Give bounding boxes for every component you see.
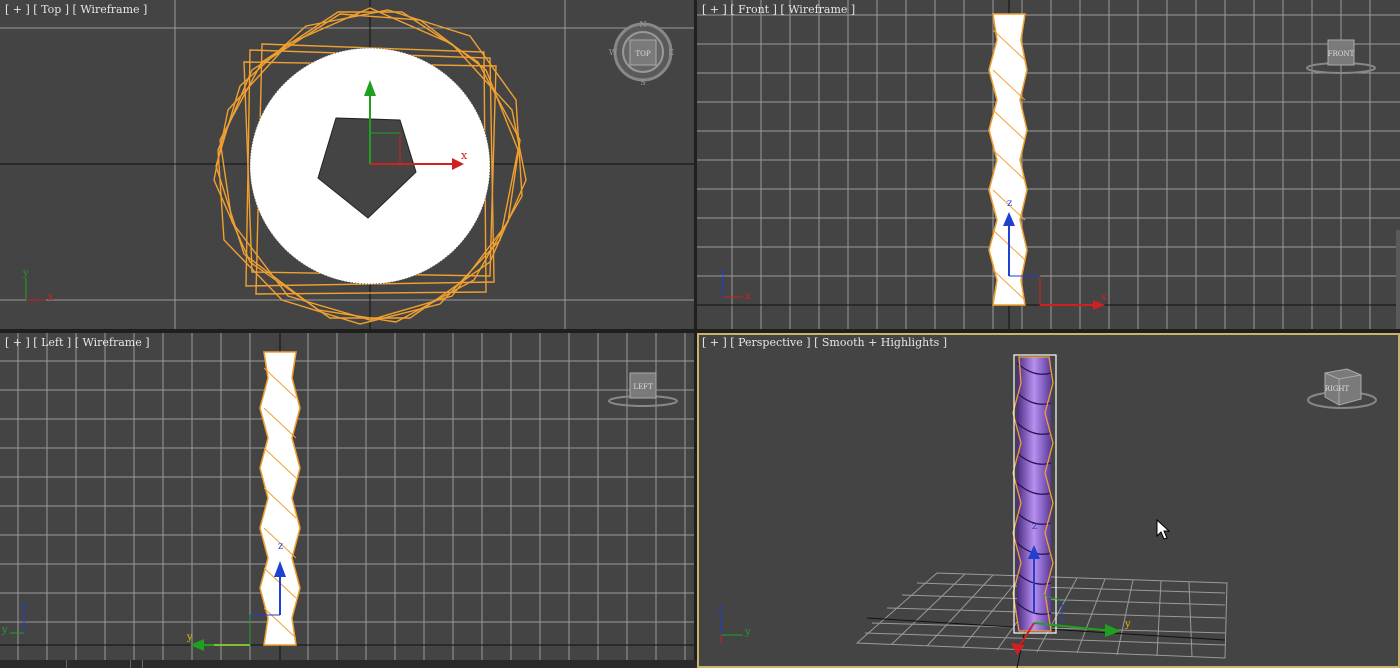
gizmo-x-label: x	[461, 149, 468, 162]
svg-text:y: y	[1124, 619, 1131, 630]
svg-text:z: z	[278, 541, 283, 552]
viewport-label-left: [ + ] [ Left ] [ Wireframe ]	[5, 336, 150, 349]
viewport-view-menu[interactable]: [ Left ]	[33, 336, 71, 349]
svg-text:y: y	[22, 268, 29, 279]
grid	[697, 0, 1400, 329]
svg-text:E: E	[668, 48, 674, 57]
viewport-shading-menu[interactable]: [ Wireframe ]	[73, 3, 148, 16]
front-view-canvas: z x x z FRONT	[697, 0, 1400, 329]
viewport-front[interactable]: [ + ] [ Front ] [ Wireframe ] z x x z FR…	[697, 0, 1400, 329]
svg-text:z: z	[720, 267, 725, 278]
viewport-shading-menu[interactable]: [ Wireframe ]	[780, 3, 855, 16]
viewport-label-front: [ + ] [ Front ] [ Wireframe ]	[702, 3, 855, 16]
svg-text:x: x	[745, 291, 751, 302]
mouse-cursor-icon	[1156, 518, 1171, 540]
svg-text:z: z	[1007, 198, 1012, 209]
viewport-menu-plus[interactable]: [ + ]	[702, 336, 727, 349]
svg-text:TOP: TOP	[635, 50, 650, 58]
viewport-view-menu[interactable]: [ Front ]	[730, 3, 777, 16]
viewport-menu-plus[interactable]: [ + ]	[5, 3, 30, 16]
grid	[0, 333, 694, 668]
svg-text:x: x	[1101, 292, 1107, 303]
viewport-top[interactable]: [ + ] [ Top ] [ Wireframe ] x x y TOP N …	[0, 0, 694, 329]
viewport-menu-plus[interactable]: [ + ]	[5, 336, 30, 349]
viewport-menu-plus[interactable]: [ + ]	[702, 3, 727, 16]
svg-text:y: y	[1, 625, 8, 636]
svg-text:RIGHT: RIGHT	[1325, 385, 1350, 393]
perspective-view-canvas: z y y z RIGHT	[718, 354, 1377, 668]
viewport-label-top: [ + ] [ Top ] [ Wireframe ]	[5, 3, 147, 16]
status-strip	[0, 660, 697, 668]
svg-text:FRONT: FRONT	[1328, 50, 1355, 58]
viewport-label-perspective: [ + ] [ Perspective ] [ Smooth + Highlig…	[702, 336, 947, 349]
viewport-shading-menu[interactable]: [ Smooth + Highlights ]	[814, 336, 947, 349]
svg-text:y: y	[744, 627, 751, 638]
svg-text:N: N	[640, 20, 647, 29]
svg-text:W: W	[609, 48, 618, 57]
viewport-view-menu[interactable]: [ Perspective ]	[730, 336, 810, 349]
viewport-shading-menu[interactable]: [ Wireframe ]	[75, 336, 150, 349]
viewport-left[interactable]: [ + ] [ Left ] [ Wireframe ] z y y z LEF…	[0, 333, 694, 668]
viewcube-perspective[interactable]: RIGHT	[1307, 368, 1377, 409]
left-view-canvas: z y y z LEFT	[0, 333, 694, 668]
svg-text:S: S	[640, 78, 645, 87]
top-view-canvas: x x y TOP N S E W	[0, 0, 694, 329]
viewport-edge-handle[interactable]	[1396, 230, 1400, 329]
viewport-view-menu[interactable]: [ Top ]	[33, 3, 69, 16]
viewcube-top[interactable]: TOP N S E W	[609, 20, 674, 87]
svg-text:LEFT: LEFT	[633, 383, 653, 391]
svg-text:z: z	[718, 603, 723, 614]
svg-text:z: z	[1032, 521, 1037, 532]
svg-text:z: z	[21, 601, 26, 612]
viewport-perspective[interactable]: [ + ] [ Perspective ] [ Smooth + Highlig…	[697, 333, 1400, 668]
svg-text:x: x	[48, 292, 54, 303]
svg-text:y: y	[186, 632, 193, 643]
